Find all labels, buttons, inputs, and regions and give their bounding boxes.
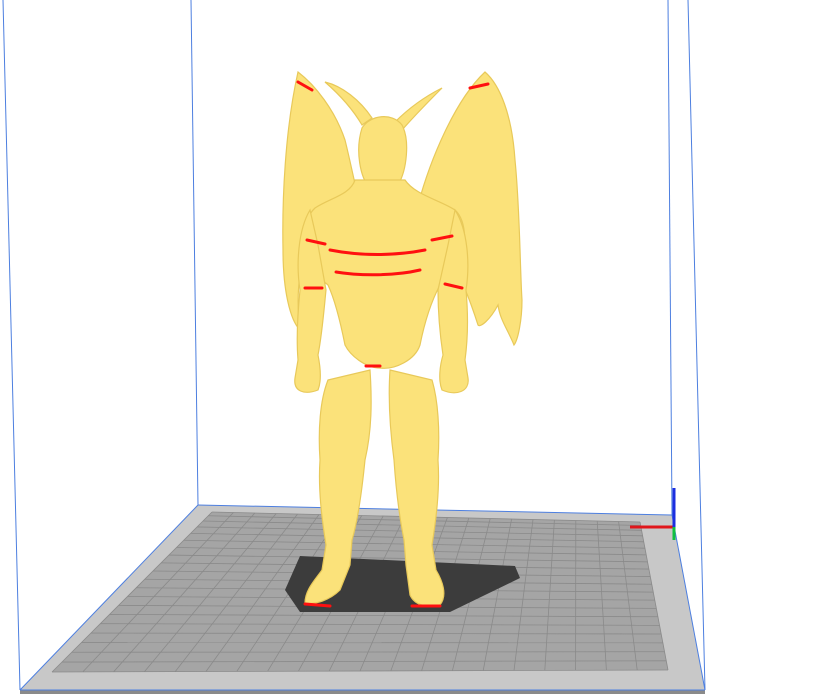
3d-viewport[interactable] xyxy=(0,0,822,694)
volume-edge-right-back xyxy=(667,0,673,516)
volume-edge-left-back xyxy=(190,0,199,506)
volume-edge-left-front xyxy=(2,0,21,691)
build-plate-edge xyxy=(20,690,705,694)
model-right-horn[interactable] xyxy=(394,87,443,131)
scene-canvas[interactable] xyxy=(0,0,822,694)
volume-edge-right-front xyxy=(687,0,706,691)
grid-line-width xyxy=(71,651,665,653)
overhang-left-foot xyxy=(303,602,332,608)
